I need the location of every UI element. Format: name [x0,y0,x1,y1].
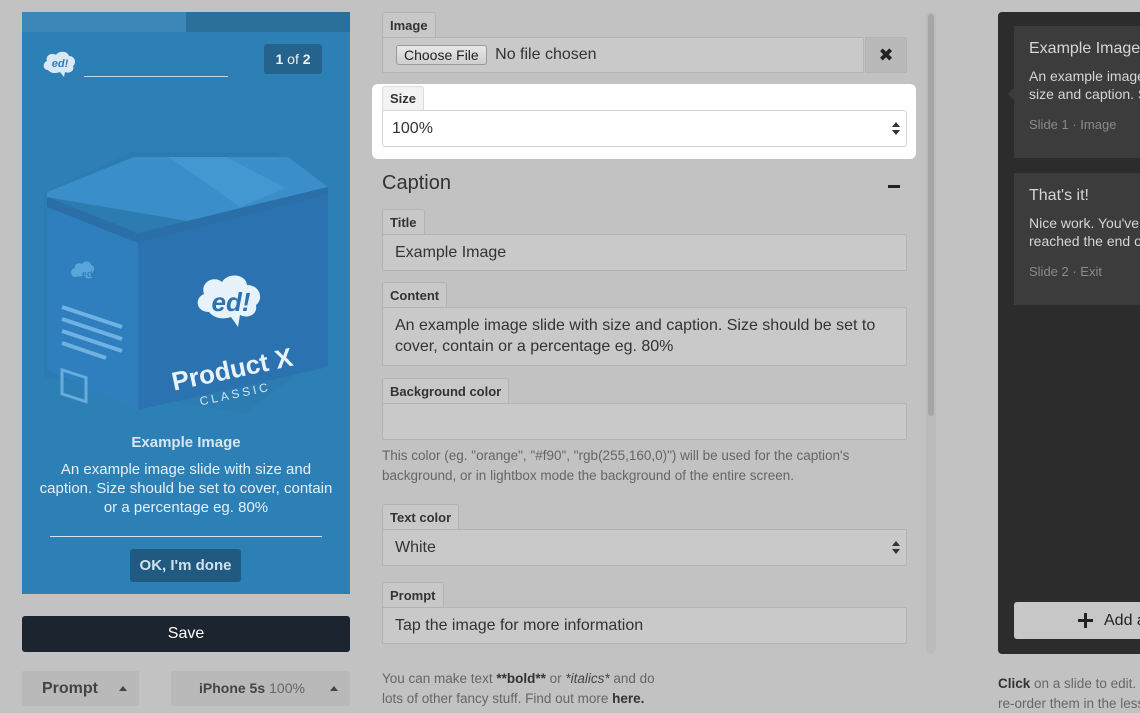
slides-help-click: Click [998,676,1031,691]
prompt-toggle-label: Prompt [42,680,98,697]
caret-up-icon [330,686,338,691]
choose-file-button[interactable]: Choose File [396,45,487,65]
file-status-text: No file chosen [495,46,597,63]
markdown-italics-example: *italics* [565,671,610,686]
image-label: Image [382,12,436,38]
slide-edit-form: Image Choose File No file chosen ✖ Size … [372,0,916,713]
slide-total: 2 [302,51,311,67]
slide-card-title: Example Image [1029,40,1140,57]
ed-logo-icon: ed! [43,51,76,77]
progress-fill [22,12,186,32]
slide-current: 1 [275,51,284,67]
prompt-toggle-button[interactable]: Prompt [22,671,139,706]
device-select-button[interactable]: iPhone 5s 100% [171,671,350,706]
background-color-label: Background color [382,378,510,404]
size-select-value: 100% [392,120,433,137]
add-slide-label: Add a slide [1104,612,1140,629]
text-color-label: Text color [382,504,460,530]
markdown-help-link[interactable]: here. [612,691,644,706]
caret-up-icon [119,686,127,691]
clear-image-button[interactable]: ✖ [865,37,907,73]
slide-counter-badge: 1 of 2 [264,44,322,74]
collapse-minus-icon[interactable] [888,185,900,188]
markdown-help-text: or [545,671,566,686]
background-color-input[interactable] [382,403,907,440]
preview-separator [50,536,322,537]
svg-text:ed!: ed! [82,269,96,279]
preview-divider [84,76,228,77]
close-icon: ✖ [878,45,894,65]
logo-text: ed! [52,58,69,70]
device-name: iPhone 5s [199,680,266,696]
slide-preview: ed! 1 of 2 ed! ed! Product X CLASSIC Exa… [22,12,350,594]
slide-card-title: That's it! [1029,187,1089,204]
size-select[interactable]: 100% [382,110,907,147]
markdown-help-text: You can make text [382,671,497,686]
slide-of: of [287,51,299,67]
content-textarea[interactable]: An example image slide with size and cap… [382,307,907,366]
prompt-input[interactable]: Tap the image for more information [382,607,907,644]
save-button[interactable]: Save [22,616,350,652]
slide-card-body: Nice work. You've reached the end of the… [1029,215,1140,249]
title-input[interactable]: Example Image [382,234,907,271]
prompt-label: Prompt [382,582,444,608]
slides-panel: Example Image An example image slide wit… [998,12,1140,654]
slide-card-2[interactable]: That's it! Nice work. You've reached the… [1014,173,1140,305]
text-color-value: White [395,539,436,556]
size-label: Size [382,86,425,111]
title-label: Title [382,209,425,235]
select-arrows-icon [892,122,900,136]
product-box-image: ed! ed! Product X CLASSIC [44,152,328,414]
text-color-select[interactable]: White [382,529,907,566]
slide-card-meta: Slide 2 · Exit [1029,264,1102,279]
slides-help-line: re-order them in the lesson. [998,696,1140,711]
content-label: Content [382,282,448,308]
caption-section-heading: Caption [382,172,451,194]
progress-bar [22,12,350,32]
slides-help-line: on a slide to edit. Drag to [1034,676,1140,691]
device-zoom: 100% [269,680,305,696]
slide-card-1[interactable]: Example Image An example image slide wit… [1014,26,1140,158]
box-logo-text: ed! [212,287,251,317]
slides-help-text: Click on a slide to edit. Drag to re-ord… [998,674,1140,713]
slide-card-meta: Slide 1 · Image [1029,117,1117,132]
plus-icon [1078,613,1093,628]
preview-caption-title: Example Image [131,434,241,451]
slide-card-body: An example image slide with size and cap… [1029,68,1140,102]
ok-done-button[interactable]: OK, I'm done [130,549,241,582]
image-file-input[interactable]: Choose File No file chosen [382,37,864,73]
background-color-help: This color (eg. "orange", "#f90", "rgb(2… [382,448,850,483]
preview-caption-content: An example image slide with size and cap… [39,461,333,516]
form-scrollbar-thumb[interactable] [928,14,934,416]
add-slide-button[interactable]: Add a slide [1014,602,1140,639]
markdown-bold-example: **bold** [496,671,546,686]
markdown-help: You can make text **bold** or *italics* … [382,669,672,709]
select-arrows-icon [892,541,900,555]
active-slide-pointer [1008,87,1015,101]
